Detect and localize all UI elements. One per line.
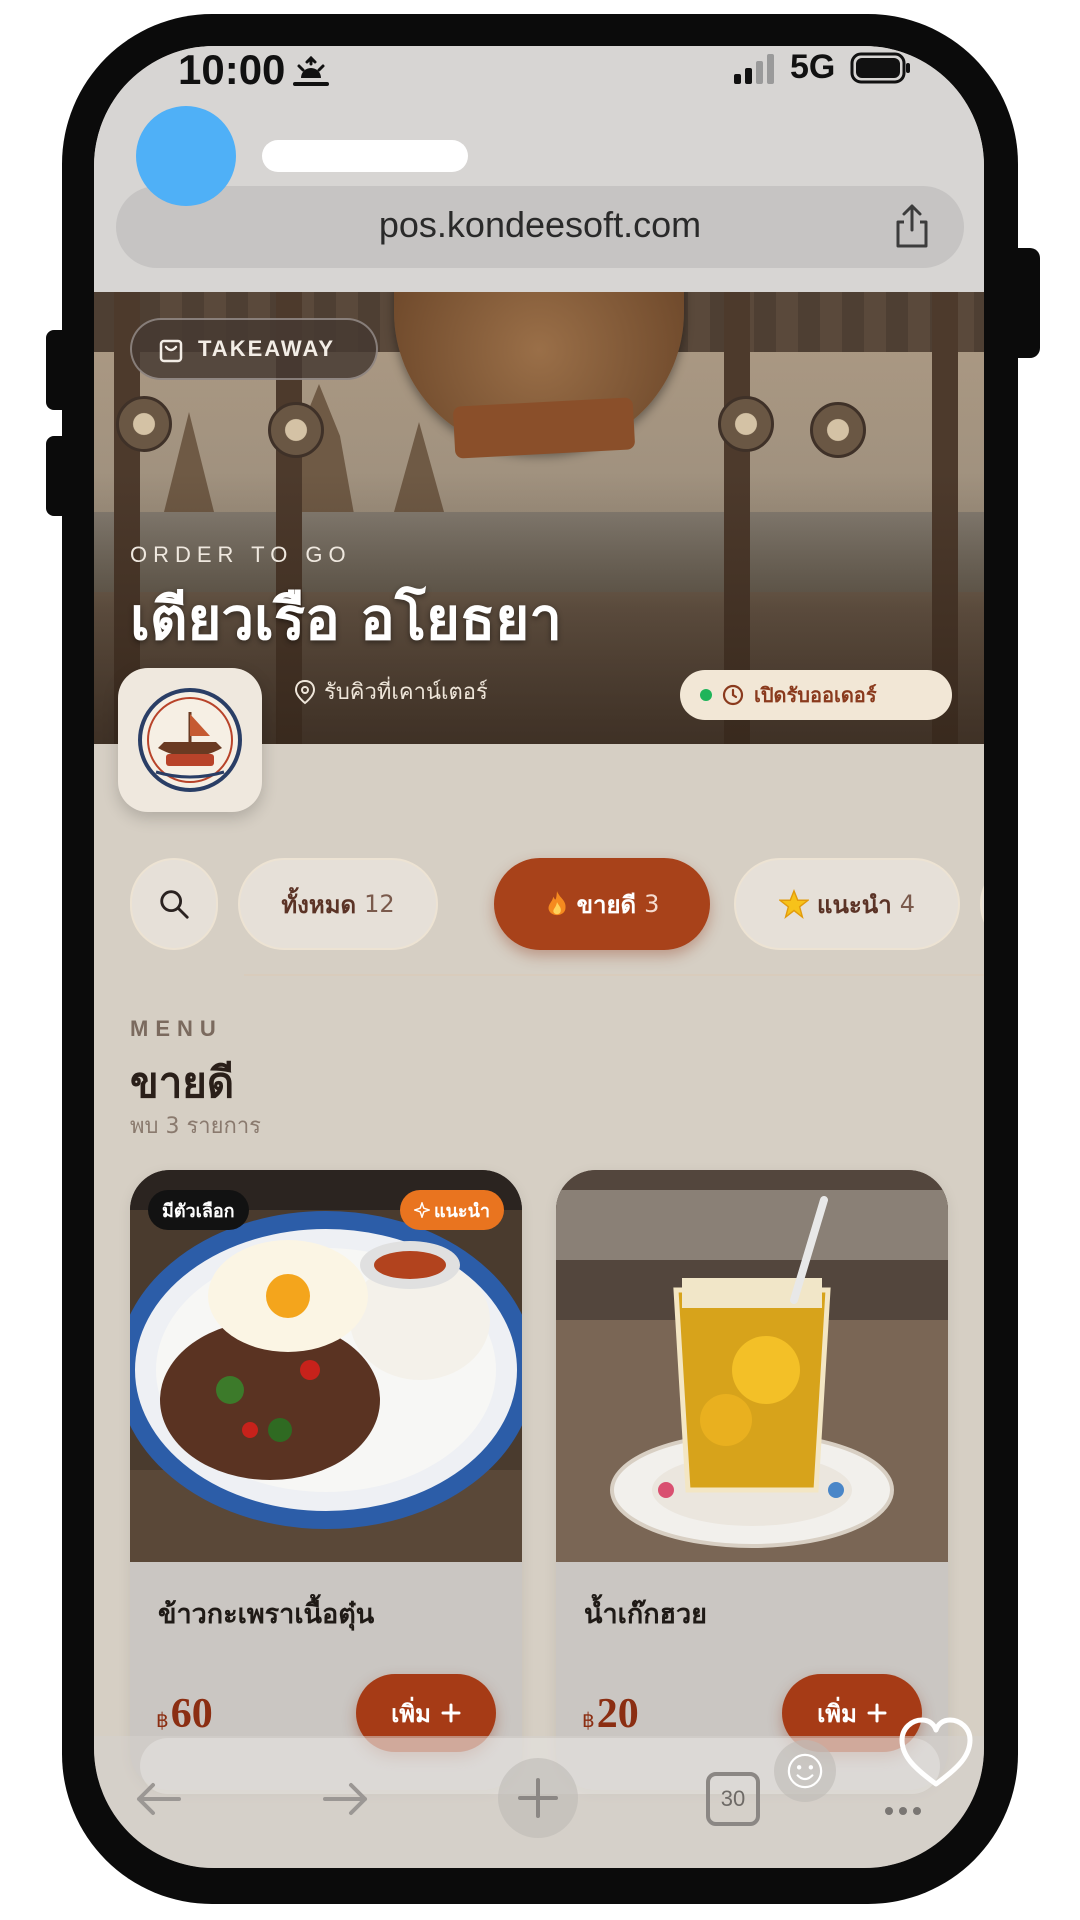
filter-count: 3 <box>644 890 660 918</box>
search-icon <box>160 890 189 919</box>
pickup-info: รับคิวที่เคาน์เตอร์ <box>294 674 488 709</box>
redaction-bar <box>262 140 468 172</box>
share-icon[interactable] <box>890 202 934 250</box>
filter-count: 4 <box>899 890 915 918</box>
pickup-text: รับคิวที่เคาน์เตอร์ <box>324 680 488 705</box>
browser-toolbar: 30 <box>94 1717 984 1868</box>
url-text[interactable]: pos.kondeesoft.com <box>116 204 964 246</box>
store-name: เตียวเรือ อโยธยา <box>130 585 562 653</box>
tabs-icon: 30 <box>706 1772 760 1826</box>
divider <box>244 974 984 976</box>
forward-arrow-icon <box>323 1783 367 1815</box>
options-tag: มีตัวเลือก <box>148 1190 249 1230</box>
filter-chip-more[interactable]: ห <box>980 858 984 950</box>
price-amount: 20 <box>596 1691 639 1737</box>
status-time: 10:00 <box>178 46 286 93</box>
open-status-badge: เปิดรับออเดอร์ <box>680 670 952 720</box>
product-name: น้ำเก๊กฮวย <box>584 1599 708 1630</box>
search-button[interactable] <box>130 858 218 950</box>
network-type: 5G <box>790 48 836 86</box>
add-label: เพิ่ม <box>391 1699 431 1728</box>
filter-chip-recommended[interactable]: แนะนำ 4 <box>734 858 960 950</box>
battery-icon <box>850 52 910 84</box>
smiley-button[interactable] <box>774 1740 836 1802</box>
fire-icon <box>548 891 566 916</box>
takeaway-label: TAKEAWAY <box>198 336 336 361</box>
product-image-chrysanthemum-tea <box>556 1170 948 1562</box>
product-price: ฿ 20 <box>582 1690 639 1738</box>
currency-symbol: ฿ <box>582 1708 595 1732</box>
recommended-label: แนะนำ <box>434 1200 490 1222</box>
plus-icon <box>867 1703 887 1723</box>
filter-chip-all[interactable]: ทั้งหมด 12 <box>238 858 438 950</box>
status-dot <box>700 689 712 701</box>
location-pin-icon <box>294 679 316 704</box>
filter-chip-bestseller[interactable]: ขายดี 3 <box>494 858 710 950</box>
sunrise-icon <box>293 55 329 86</box>
section-count: พบ 3 รายการ <box>130 1114 262 1139</box>
category-filter-bar: ทั้งหมด 12 ขายดี 3 แนะนำ 4 ห <box>130 858 984 950</box>
back-arrow-icon <box>137 1783 181 1815</box>
takeaway-badge[interactable]: TAKEAWAY <box>130 318 378 380</box>
filter-label: ขายดี <box>576 890 637 919</box>
open-status-text: เปิดรับออเดอร์ <box>754 683 877 707</box>
product-name: ข้าวกะเพราเนื้อตุ๋น <box>158 1599 375 1630</box>
section-title: ขายดี <box>130 1058 235 1107</box>
touch-indicator <box>136 106 236 206</box>
address-bar[interactable]: pos.kondeesoft.com <box>116 186 964 268</box>
boat-logo-icon <box>138 688 242 792</box>
heart-icon <box>899 1717 973 1787</box>
filter-label: แนะนำ <box>817 890 892 919</box>
sparkle-icon <box>414 1202 430 1218</box>
power-button <box>1012 248 1040 358</box>
shopping-bag-icon <box>159 339 183 363</box>
currency-symbol: ฿ <box>156 1708 169 1732</box>
favorite-button[interactable] <box>894 1712 978 1796</box>
volume-down-button <box>46 436 70 516</box>
filter-label: ทั้งหมด <box>281 890 357 919</box>
product-card[interactable]: น้ำเก๊กฮวย ฿ 20 เพิ่ม <box>556 1170 948 1790</box>
section-eyebrow: MENU <box>130 1016 223 1041</box>
product-price: ฿ 60 <box>156 1690 213 1738</box>
star-icon <box>779 889 810 919</box>
smiley-icon <box>787 1753 823 1789</box>
tabs-button[interactable]: 30 <box>698 1764 768 1834</box>
recommended-tag: แนะนำ <box>400 1190 504 1230</box>
phone-screen: 10:00 5G pos.kondeesoft.com TAKEAWAY ORD… <box>94 46 984 1868</box>
store-logo <box>118 668 262 812</box>
hero-eyebrow: ORDER TO GO <box>130 542 352 567</box>
back-button[interactable] <box>124 1764 194 1834</box>
plus-icon <box>441 1703 461 1723</box>
clock-icon <box>722 684 744 706</box>
plus-icon <box>518 1778 558 1818</box>
volume-up-button <box>46 330 70 410</box>
add-label: เพิ่ม <box>817 1699 857 1728</box>
price-amount: 60 <box>170 1691 213 1737</box>
signal-icon <box>734 54 774 84</box>
filter-count: 12 <box>364 890 395 918</box>
forward-button[interactable] <box>310 1764 380 1834</box>
new-tab-button[interactable] <box>498 1758 578 1838</box>
product-card[interactable]: มีตัวเลือก แนะนำ ข้าวกะเพราเนื้อตุ๋น ฿ 6… <box>130 1170 522 1790</box>
